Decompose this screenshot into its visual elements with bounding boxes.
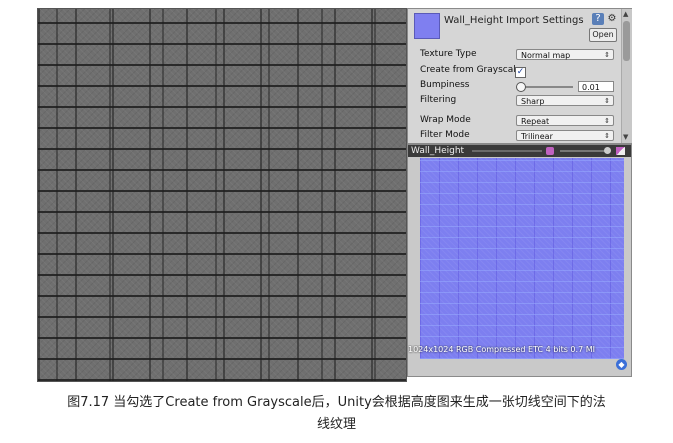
bumpiness-slider[interactable] (518, 86, 573, 88)
wrap-mode-label: Wrap Mode (420, 115, 471, 125)
mip-level-knob[interactable] (604, 147, 611, 154)
texture-type-dropdown[interactable]: Normal map ⇕ (516, 49, 614, 60)
filter-mode-dropdown[interactable]: Trilinear ⇕ (516, 130, 614, 141)
scrollbar-thumb[interactable] (623, 21, 630, 61)
filter-mode-value: Trilinear (521, 132, 553, 141)
filtering-value: Sharp (521, 97, 545, 106)
filter-mode-label: Filter Mode (420, 130, 470, 140)
drag-handle[interactable] (472, 150, 542, 152)
rgb-channel-icon[interactable] (546, 147, 554, 155)
texture-preview-panel: Wall_Height 1024x1024 RGB Compressed ETC… (407, 144, 632, 377)
texture-thumbnail (414, 13, 440, 39)
inspector-title: Wall_Height Import Settings (444, 15, 584, 26)
texture-type-label: Texture Type (420, 49, 477, 59)
preview-toolbar: Wall_Height (408, 145, 631, 157)
chevron-updown-icon: ⇕ (604, 97, 610, 105)
scroll-up-icon[interactable]: ▲ (623, 10, 628, 18)
open-button[interactable]: Open (589, 28, 617, 42)
figure-caption: 图7.17 当勾选了Create from Grayscale后，Unity会根… (0, 392, 673, 436)
wrap-mode-dropdown[interactable]: Repeat ⇕ (516, 115, 614, 126)
filtering-dropdown[interactable]: Sharp ⇕ (516, 95, 614, 106)
texture-info: 1024x1024 RGB Compressed ETC 4 bits 0.7 … (408, 345, 595, 354)
asset-badge-icon: ◆ (616, 359, 627, 370)
filtering-label: Filtering (420, 95, 457, 105)
mip-level-slider[interactable] (560, 150, 610, 152)
help-icon[interactable]: ? (592, 13, 604, 25)
inspector-header: Wall_Height Import Settings ? ⚙ Open (408, 9, 633, 42)
chevron-updown-icon: ⇕ (604, 117, 610, 125)
wrap-mode-value: Repeat (521, 117, 550, 126)
texture-type-value: Normal map (521, 51, 571, 60)
heightmap-texture-view (37, 8, 407, 382)
chevron-updown-icon: ⇕ (604, 51, 610, 59)
create-from-grayscale-checkbox[interactable]: ✓ (515, 67, 526, 78)
bumpiness-label: Bumpiness (420, 80, 470, 90)
caption-line-2: 线纹理 (316, 417, 356, 432)
alpha-toggle-icon[interactable] (616, 147, 625, 155)
normal-map-preview (420, 158, 624, 359)
chevron-updown-icon: ⇕ (604, 132, 610, 140)
inspector-scrollbar[interactable]: ▲ ▼ (621, 9, 632, 143)
preview-title: Wall_Height (411, 146, 465, 156)
scroll-down-icon[interactable]: ▼ (623, 133, 628, 141)
import-settings-inspector: Wall_Height Import Settings ? ⚙ Open Tex… (407, 8, 632, 144)
caption-line-1: 图7.17 当勾选了Create from Grayscale后，Unity会根… (67, 395, 606, 410)
bumpiness-field[interactable]: 0.01 (578, 81, 614, 92)
bumpiness-slider-knob[interactable] (516, 82, 526, 92)
gear-icon[interactable]: ⚙ (606, 13, 618, 25)
create-from-grayscale-label: Create from Grayscale (420, 65, 522, 75)
